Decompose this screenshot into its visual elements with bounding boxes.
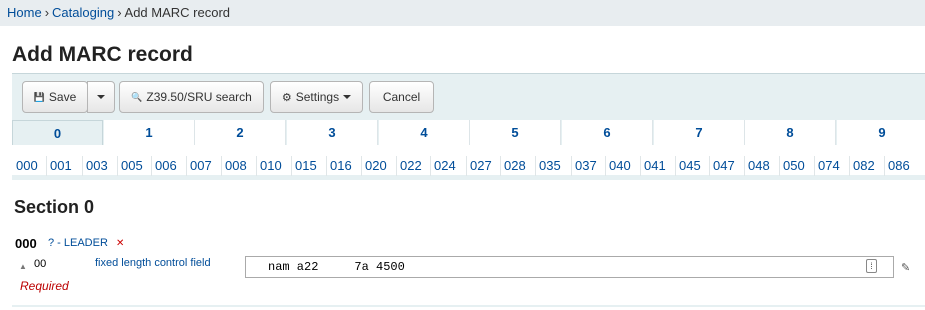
divider (12, 305, 925, 307)
field-nav-link-015[interactable]: 015 (295, 158, 317, 173)
tab-0[interactable]: 0 (12, 120, 103, 145)
field-nav-link-020[interactable]: 020 (365, 158, 387, 173)
gear-icon: ⚙ (281, 91, 292, 104)
field-nav-link-024[interactable]: 024 (434, 158, 456, 173)
breadcrumb-home[interactable]: Home (7, 5, 42, 20)
divider (849, 156, 850, 176)
field-nav-link-007[interactable]: 007 (190, 158, 212, 173)
field-nav-link-001[interactable]: 001 (50, 158, 72, 173)
tab-bar: 0 1 2 3 4 5 6 7 8 9 (12, 119, 925, 145)
divider (326, 156, 327, 176)
save-button[interactable]: 💾 Save (22, 81, 88, 113)
field-navigation: 000 001 003 005 006 007 008 010 015 016 020 022 024 0… (12, 153, 925, 180)
delete-field-icon[interactable]: ✕ (116, 238, 124, 249)
divider (430, 156, 431, 176)
field-nav-link-082[interactable]: 082 (853, 158, 875, 173)
settings-button-label: Settings (295, 90, 340, 104)
tab-5[interactable]: 5 (470, 120, 561, 145)
divider (82, 156, 83, 176)
save-button-label: Save (48, 90, 77, 104)
breadcrumb-cataloging[interactable]: Cataloging (52, 5, 114, 20)
divider (221, 156, 222, 176)
tag-number: 000 (15, 236, 37, 251)
tab-2[interactable]: 2 (195, 120, 286, 145)
collapse-arrow-icon[interactable]: ▲ (19, 262, 27, 271)
field-nav-link-003[interactable]: 003 (86, 158, 108, 173)
divider (779, 156, 780, 176)
field-nav-link-041[interactable]: 041 (644, 158, 666, 173)
divider (709, 156, 710, 176)
required-label: Required (20, 279, 69, 293)
divider (744, 156, 745, 176)
toolbar: 💾 Save 🔍 Z39.50/SRU search ⚙ Settings Ca… (12, 73, 925, 119)
tab-9[interactable]: 9 (837, 120, 925, 145)
divider (396, 156, 397, 176)
divider (884, 156, 885, 176)
breadcrumb-current: Add MARC record (124, 5, 231, 20)
divider (46, 156, 47, 176)
tab-3[interactable]: 3 (287, 120, 378, 145)
z3950-search-label: Z39.50/SRU search (146, 90, 252, 104)
chevron-down-icon (97, 95, 105, 99)
chevron-down-icon (343, 95, 352, 99)
field-nav-link-074[interactable]: 074 (818, 158, 840, 173)
field-nav-link-008[interactable]: 008 (225, 158, 247, 173)
field-nav-link-037[interactable]: 037 (575, 158, 597, 173)
divider (814, 156, 815, 176)
field-nav-link-045[interactable]: 045 (679, 158, 701, 173)
divider (186, 156, 187, 176)
field-nav-link-050[interactable]: 050 (783, 158, 805, 173)
leader-field-input[interactable]: nam a22 7a 4500 (245, 256, 894, 278)
breadcrumb-separator: › (117, 5, 122, 20)
plugin-icon[interactable]: ⁞ (866, 259, 877, 273)
tab-6[interactable]: 6 (562, 120, 653, 145)
tab-7[interactable]: 7 (654, 120, 745, 145)
tab-8[interactable]: 8 (745, 120, 836, 145)
divider (361, 156, 362, 176)
divider (500, 156, 501, 176)
field-nav-link-047[interactable]: 047 (713, 158, 735, 173)
field-nav-link-016[interactable]: 016 (330, 158, 352, 173)
subfield-code: 00 (34, 258, 47, 270)
divider (605, 156, 606, 176)
divider (640, 156, 641, 176)
field-nav-link-035[interactable]: 035 (539, 158, 561, 173)
field-nav-link-027[interactable]: 027 (470, 158, 492, 173)
field-nav-link-086[interactable]: 086 (888, 158, 910, 173)
cancel-button[interactable]: Cancel (369, 81, 434, 113)
breadcrumb-separator: › (44, 5, 50, 20)
edit-icon[interactable]: ✎ (901, 261, 910, 274)
tab-1[interactable]: 1 (104, 120, 195, 145)
page-title: Add MARC record (12, 43, 193, 66)
field-nav-link-000[interactable]: 000 (16, 158, 38, 173)
section-title: Section 0 (14, 197, 95, 217)
save-icon: 💾 (33, 91, 45, 102)
search-icon: 🔍 (131, 91, 143, 102)
divider (151, 156, 152, 176)
divider (675, 156, 676, 176)
divider (535, 156, 536, 176)
divider (256, 156, 257, 176)
field-nav-link-022[interactable]: 022 (400, 158, 422, 173)
field-nav-link-006[interactable]: 006 (155, 158, 177, 173)
field-nav-link-005[interactable]: 005 (121, 158, 143, 173)
settings-button[interactable]: ⚙ Settings (270, 81, 363, 113)
field-nav-link-040[interactable]: 040 (609, 158, 631, 173)
save-dropdown-button[interactable] (87, 81, 115, 113)
tag-help-link[interactable]: ? - LEADER (48, 237, 108, 249)
field-nav-link-010[interactable]: 010 (260, 158, 282, 173)
breadcrumb: Home › Cataloging › Add MARC record (0, 0, 925, 26)
divider (117, 156, 118, 176)
z3950-search-button[interactable]: 🔍 Z39.50/SRU search (119, 81, 264, 113)
divider (466, 156, 467, 176)
tab-4[interactable]: 4 (379, 120, 470, 145)
field-nav-link-048[interactable]: 048 (748, 158, 770, 173)
subfield-label: fixed length control field (95, 257, 211, 269)
cancel-button-label: Cancel (382, 90, 421, 104)
divider (571, 156, 572, 176)
field-nav-link-028[interactable]: 028 (504, 158, 526, 173)
divider (291, 156, 292, 176)
